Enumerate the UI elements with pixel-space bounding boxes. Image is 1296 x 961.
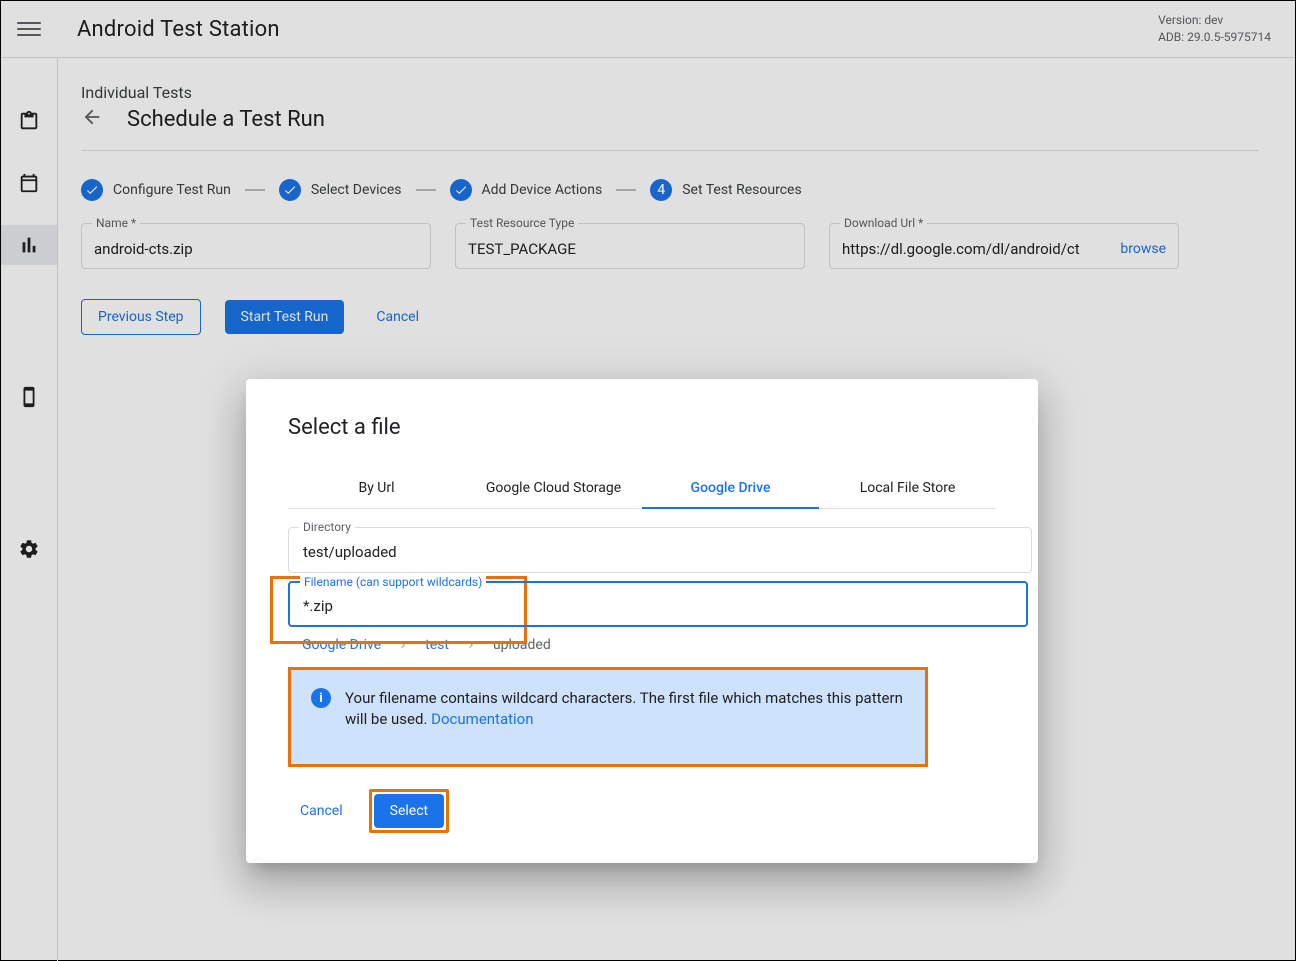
tab-by-url[interactable]: By Url [288,468,465,508]
tab-google-drive[interactable]: Google Drive [642,468,819,508]
info-icon: i [311,688,331,708]
directory-input[interactable] [301,542,1023,562]
documentation-link[interactable]: Documentation [431,710,533,728]
crumb-test[interactable]: test [425,637,449,653]
chevron-right-icon [397,639,409,651]
dialog-title: Select a file [288,415,996,440]
dialog-cancel-button[interactable]: Cancel [292,794,351,828]
directory-field[interactable]: Directory [288,527,1032,573]
breadcrumb: Google Drive test uploaded [302,637,996,653]
select-file-dialog: Select a file By Url Google Cloud Storag… [246,379,1038,863]
tab-local-file-store[interactable]: Local File Store [819,468,996,508]
wildcard-info-banner: i Your filename contains wildcard charac… [288,667,928,767]
crumb-uploaded: uploaded [493,637,551,653]
filename-input[interactable] [301,596,1019,616]
filename-field[interactable]: Filename (can support wildcards) [288,581,1028,627]
tab-gcs[interactable]: Google Cloud Storage [465,468,642,508]
dialog-select-button[interactable]: Select [374,794,444,828]
chevron-right-icon [465,639,477,651]
crumb-root[interactable]: Google Drive [302,637,381,653]
